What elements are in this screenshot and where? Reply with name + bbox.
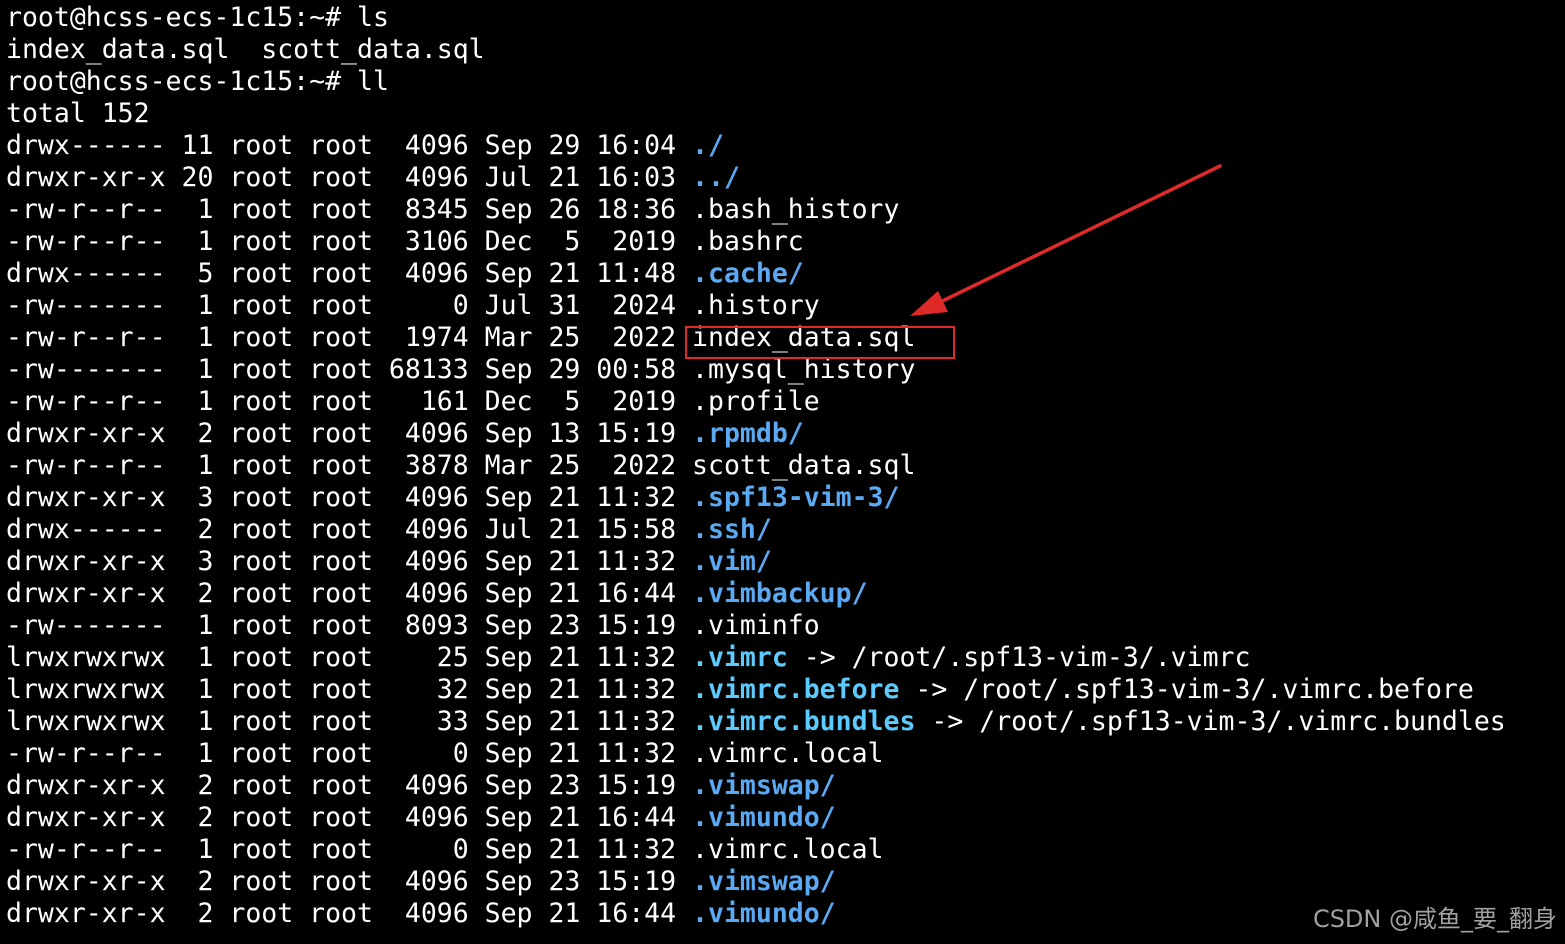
file-metadata: -rw-r--r-- 1 root root 3878 Mar 25 2022: [6, 450, 693, 481]
terminal-line: drwxr-xr-x 2 root root 4096 Sep 13 15:19…: [6, 418, 1561, 450]
file-name: .bashrc: [692, 226, 804, 257]
terminal-line-text: total 152: [6, 98, 150, 129]
terminal-line: drwx------ 2 root root 4096 Jul 21 15:58…: [6, 514, 1561, 546]
directory-name: .spf13-vim-3/: [692, 482, 900, 513]
file-metadata: drwxr-xr-x 3 root root 4096 Sep 21 11:32: [6, 482, 693, 513]
terminal-line: drwxr-xr-x 3 root root 4096 Sep 21 11:32…: [6, 546, 1561, 578]
directory-name: .vimswap/: [692, 866, 836, 897]
file-name: .profile: [692, 386, 820, 417]
file-metadata: lrwxrwxrwx 1 root root 25 Sep 21 11:32: [6, 642, 693, 673]
file-metadata: -rw-r--r-- 1 root root 3106 Dec 5 2019: [6, 226, 693, 257]
file-metadata: -rw-r--r-- 1 root root 0 Sep 21 11:32: [6, 834, 693, 865]
terminal-line: -rw-r--r-- 1 root root 1974 Mar 25 2022 …: [6, 322, 1561, 354]
file-metadata: drwx------ 5 root root 4096 Sep 21 11:48: [6, 258, 693, 289]
terminal-line: -rw-r--r-- 1 root root 161 Dec 5 2019 .p…: [6, 386, 1561, 418]
directory-name: .vimswap/: [692, 770, 836, 801]
symlink-name: .vimrc.bundles: [692, 706, 916, 737]
directory-name: .rpmdb/: [692, 418, 804, 449]
terminal-line: drwxr-xr-x 2 root root 4096 Sep 23 15:19…: [6, 866, 1561, 898]
file-name: .vimrc.local: [692, 738, 884, 769]
file-name: .vimrc.local: [692, 834, 884, 865]
symlink-name: .vimrc: [692, 642, 788, 673]
terminal-line: drwx------ 5 root root 4096 Sep 21 11:48…: [6, 258, 1561, 290]
terminal-line: root@hcss-ecs-1c15:~# ll: [6, 66, 1561, 98]
directory-name: .vimbackup/: [692, 578, 868, 609]
terminal-line: lrwxrwxrwx 1 root root 33 Sep 21 11:32 .…: [6, 706, 1561, 738]
file-metadata: lrwxrwxrwx 1 root root 32 Sep 21 11:32: [6, 674, 693, 705]
file-metadata: drwxr-xr-x 3 root root 4096 Sep 21 11:32: [6, 546, 693, 577]
directory-name: .cache/: [692, 258, 804, 289]
file-name: scott_data.sql: [692, 450, 916, 481]
file-metadata: drwxr-xr-x 20 root root 4096 Jul 21 16:0…: [6, 162, 693, 193]
terminal-output: root@hcss-ecs-1c15:~# ls index_data.sql s…: [6, 2, 1561, 942]
terminal-line: -rw------- 1 root root 0 Jul 31 2024 .hi…: [6, 290, 1561, 322]
file-metadata: -rw------- 1 root root 8093 Sep 23 15:19: [6, 610, 693, 641]
terminal-line: -rw-r--r-- 1 root root 3106 Dec 5 2019 .…: [6, 226, 1561, 258]
symlink-target: -> /root/.spf13-vim-3/.vimrc: [787, 642, 1251, 673]
directory-name: ./: [692, 130, 724, 161]
terminal-line: -rw-r--r-- 1 root root 3878 Mar 25 2022 …: [6, 450, 1561, 482]
terminal-line: -rw------- 1 root root 68133 Sep 29 00:5…: [6, 354, 1561, 386]
terminal-line-text: root@hcss-ecs-1c15:~# ll: [6, 66, 389, 97]
terminal-line: index_data.sql scott_data.sql: [6, 34, 1561, 66]
file-metadata: drwxr-xr-x 2 root root 4096 Sep 21 16:44: [6, 898, 693, 929]
directory-name: .ssh/: [692, 514, 772, 545]
symlink-name: .vimrc.before: [692, 674, 900, 705]
terminal-line: drwxr-xr-x 20 root root 4096 Jul 21 16:0…: [6, 162, 1561, 194]
terminal-line: -rw-r--r-- 1 root root 8345 Sep 26 18:36…: [6, 194, 1561, 226]
symlink-target: -> /root/.spf13-vim-3/.vimrc.before: [899, 674, 1474, 705]
directory-name: .vimundo/: [692, 802, 836, 833]
file-metadata: lrwxrwxrwx 1 root root 33 Sep 21 11:32: [6, 706, 693, 737]
file-name: .bash_history: [692, 194, 900, 225]
terminal-line-text: root@hcss-ecs-1c15:~# ls: [6, 2, 389, 33]
symlink-target: -> /root/.spf13-vim-3/.vimrc.bundles: [915, 706, 1506, 737]
directory-name: .vimundo/: [692, 898, 836, 929]
file-name: .history: [692, 290, 820, 321]
file-name: index_data.sql: [692, 322, 916, 353]
terminal-line: drwx------ 11 root root 4096 Sep 29 16:0…: [6, 130, 1561, 162]
terminal-line: -rw-r--r-- 1 root root 0 Sep 21 11:32 .v…: [6, 738, 1561, 770]
terminal-line: -rw------- 1 root root 8093 Sep 23 15:19…: [6, 610, 1561, 642]
terminal-line: root@hcss-ecs-1c15:~# ls: [6, 2, 1561, 34]
file-metadata: drwxr-xr-x 2 root root 4096 Sep 23 15:19: [6, 770, 693, 801]
terminal-line: drwxr-xr-x 2 root root 4096 Sep 21 16:44…: [6, 578, 1561, 610]
file-name: .viminfo: [692, 610, 820, 641]
file-metadata: drwxr-xr-x 2 root root 4096 Sep 21 16:44: [6, 802, 693, 833]
terminal-line: drwxr-xr-x 3 root root 4096 Sep 21 11:32…: [6, 482, 1561, 514]
file-metadata: -rw------- 1 root root 0 Jul 31 2024: [6, 290, 693, 321]
terminal-line-text: index_data.sql scott_data.sql: [6, 34, 485, 65]
terminal-line: drwxr-xr-x 2 root root 4096 Sep 23 15:19…: [6, 770, 1561, 802]
directory-name: .vim/: [692, 546, 772, 577]
directory-name: ../: [692, 162, 740, 193]
watermark: CSDN @咸鱼_要_翻身: [1312, 905, 1557, 933]
file-metadata: -rw-r--r-- 1 root root 8345 Sep 26 18:36: [6, 194, 693, 225]
file-metadata: drwxr-xr-x 2 root root 4096 Sep 13 15:19: [6, 418, 693, 449]
file-metadata: drwx------ 11 root root 4096 Sep 29 16:0…: [6, 130, 693, 161]
terminal-line: lrwxrwxrwx 1 root root 32 Sep 21 11:32 .…: [6, 674, 1561, 706]
file-metadata: -rw------- 1 root root 68133 Sep 29 00:5…: [6, 354, 693, 385]
file-metadata: drwxr-xr-x 2 root root 4096 Sep 23 15:19: [6, 866, 693, 897]
terminal-line: total 152: [6, 98, 1561, 130]
file-metadata: drwx------ 2 root root 4096 Jul 21 15:58: [6, 514, 693, 545]
terminal-line: drwxr-xr-x 2 root root 4096 Sep 21 16:44…: [6, 802, 1561, 834]
file-metadata: -rw-r--r-- 1 root root 1974 Mar 25 2022: [6, 322, 693, 353]
file-metadata: drwxr-xr-x 2 root root 4096 Sep 21 16:44: [6, 578, 693, 609]
file-name: .mysql_history: [692, 354, 916, 385]
terminal-line: lrwxrwxrwx 1 root root 25 Sep 21 11:32 .…: [6, 642, 1561, 674]
file-metadata: -rw-r--r-- 1 root root 161 Dec 5 2019: [6, 386, 693, 417]
file-metadata: -rw-r--r-- 1 root root 0 Sep 21 11:32: [6, 738, 693, 769]
terminal-line: -rw-r--r-- 1 root root 0 Sep 21 11:32 .v…: [6, 834, 1561, 866]
